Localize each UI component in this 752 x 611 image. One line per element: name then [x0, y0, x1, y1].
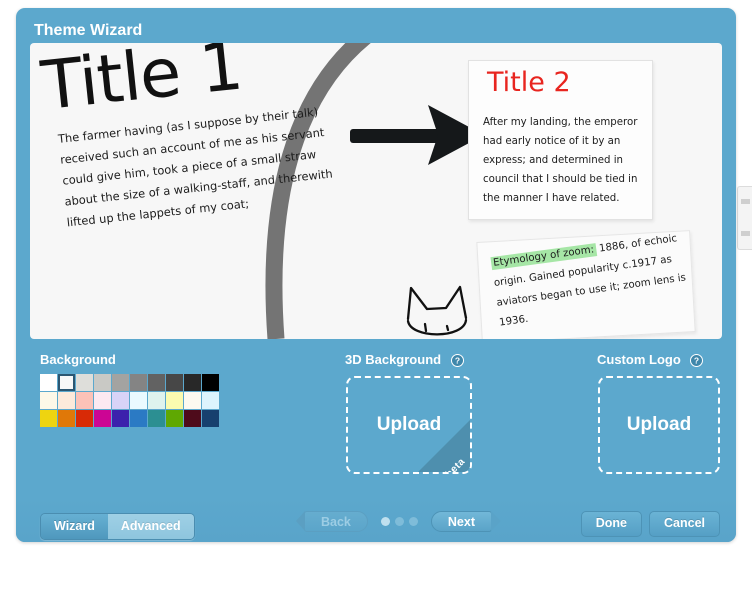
background-swatch[interactable]	[130, 374, 147, 391]
beta-badge: beta	[416, 418, 470, 472]
mode-tab-group[interactable]: Wizard Advanced	[40, 513, 195, 540]
background-swatch[interactable]	[58, 374, 75, 391]
background-swatch[interactable]	[184, 410, 201, 427]
threed-label-text: 3D Background	[345, 352, 442, 367]
background-swatch[interactable]	[202, 392, 219, 409]
wizard-navigation: Back Next	[296, 511, 502, 532]
preview-note-card: Etymology of zoom: 1886, of echoic origi…	[476, 228, 696, 339]
cat-face-doodle	[406, 285, 468, 336]
background-swatch[interactable]	[76, 410, 93, 427]
dialog-title: Theme Wizard	[34, 22, 143, 39]
background-swatch[interactable]	[76, 392, 93, 409]
background-swatch[interactable]	[40, 410, 57, 427]
background-swatch-row	[40, 392, 220, 410]
help-circle-icon[interactable]: ?	[450, 354, 464, 368]
background-swatch[interactable]	[112, 374, 129, 391]
background-swatch[interactable]	[130, 410, 147, 427]
logo-upload-dropzone[interactable]: Upload	[598, 376, 720, 474]
app-root: presentable.es Theme Wizard	[0, 0, 752, 611]
background-section-label: Background	[40, 352, 116, 367]
background-swatch[interactable]	[112, 410, 129, 427]
background-swatch[interactable]	[148, 374, 165, 391]
edge-handle-bar	[741, 199, 750, 204]
background-swatch[interactable]	[40, 374, 57, 391]
background-swatch[interactable]	[166, 374, 183, 391]
back-button[interactable]: Back	[296, 511, 368, 532]
threed-upload-dropzone[interactable]: Upload beta	[346, 376, 472, 474]
theme-wizard-dialog: Theme Wizard Title 1 The farmer having (…	[16, 8, 736, 542]
mode-tab-advanced[interactable]: Advanced	[107, 514, 194, 539]
logo-section-label: Custom Logo ?	[597, 352, 704, 368]
background-swatch[interactable]	[184, 392, 201, 409]
threed-section-label: 3D Background ?	[345, 352, 464, 368]
help-circle-icon[interactable]: ?	[690, 354, 704, 368]
background-swatch[interactable]	[202, 374, 219, 391]
next-button[interactable]: Next	[430, 511, 502, 532]
background-swatch[interactable]	[148, 410, 165, 427]
background-swatch[interactable]	[40, 392, 57, 409]
arrow-graphic	[350, 105, 484, 165]
dialog-action-buttons: Done Cancel	[580, 511, 720, 537]
background-swatch[interactable]	[202, 410, 219, 427]
background-swatch[interactable]	[94, 410, 111, 427]
background-swatch[interactable]	[58, 410, 75, 427]
step-dot[interactable]	[394, 517, 404, 526]
background-swatch[interactable]	[166, 410, 183, 427]
background-swatch[interactable]	[58, 392, 75, 409]
step-dot[interactable]	[408, 517, 418, 526]
mode-tab-wizard[interactable]: Wizard	[41, 514, 108, 539]
edge-handle-bar	[741, 231, 750, 236]
edge-handle-widget[interactable]	[737, 186, 752, 250]
step-dot[interactable]	[380, 517, 390, 526]
background-swatch[interactable]	[112, 392, 129, 409]
logo-label-text: Custom Logo	[597, 352, 681, 367]
svg-text:?: ?	[455, 356, 460, 366]
background-swatch[interactable]	[94, 374, 111, 391]
preview-title-2: Title 2	[487, 67, 571, 98]
preview-card-title-2: Title 2 After my landing, the emperor ha…	[468, 60, 653, 220]
background-swatch[interactable]	[184, 374, 201, 391]
logo-upload-label: Upload	[626, 414, 692, 435]
step-indicator[interactable]	[380, 517, 418, 526]
theme-preview-canvas[interactable]: Title 1 The farmer having (as I suppose …	[30, 43, 722, 339]
background-swatch-row	[40, 374, 220, 392]
cancel-button[interactable]: Cancel	[649, 511, 720, 537]
preview-body-2: After my landing, the emperor had early …	[483, 117, 638, 204]
background-swatch[interactable]	[94, 392, 111, 409]
background-swatch[interactable]	[166, 392, 183, 409]
background-swatch[interactable]	[76, 374, 93, 391]
background-swatch[interactable]	[148, 392, 165, 409]
background-swatch[interactable]	[130, 392, 147, 409]
preview-note-text: Etymology of zoom: 1886, of echoic origi…	[490, 228, 695, 334]
background-swatch-grid[interactable]	[40, 374, 220, 428]
background-swatch-row	[40, 410, 220, 428]
svg-text:?: ?	[694, 356, 699, 366]
done-button[interactable]: Done	[580, 511, 642, 537]
